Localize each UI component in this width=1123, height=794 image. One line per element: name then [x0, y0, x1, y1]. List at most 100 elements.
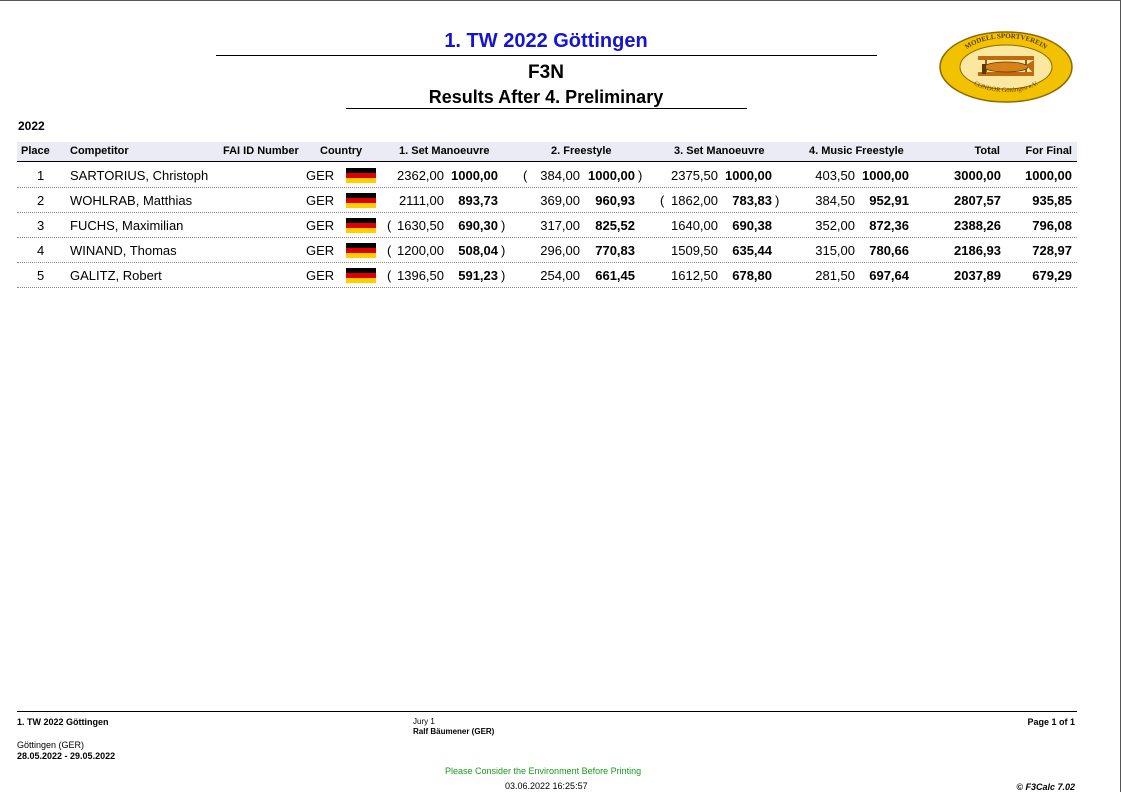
dropped-close-paren: ) — [501, 218, 506, 233]
print-timestamp: 03.06.2022 16:25:57 — [505, 781, 588, 791]
round-4-score-cell: 952,91 — [869, 193, 909, 208]
footer-jury-name: Ralf Bäumener (GER) — [413, 727, 495, 736]
germany-flag-icon — [346, 218, 376, 233]
place-cell: 5 — [37, 268, 45, 283]
col-round-2: 2. Freestyle — [551, 145, 612, 157]
round-2-raw-cell: 254,00 — [540, 268, 580, 283]
footer-jury-label: Jury 1 — [413, 717, 435, 726]
round-4-score-cell: 780,66 — [869, 243, 909, 258]
round-3-raw-cell: 1640,00 — [671, 218, 718, 233]
dropped-open-paren: ( — [387, 218, 392, 233]
round-1-raw-cell: 2362,00 — [397, 168, 444, 183]
round-2-score-cell: 825,52 — [595, 218, 635, 233]
software-credit: © F3Calc 7.02 — [1016, 782, 1075, 792]
round-4-raw-cell: 403,50 — [815, 168, 855, 183]
round-2-raw-cell: 384,00 — [540, 168, 580, 183]
dropped-open-paren: ( — [387, 243, 392, 258]
table-row: 1 SARTORIUS, Christoph GER 2362,00 1000,00 38… — [17, 163, 1077, 188]
germany-flag-icon — [346, 243, 376, 258]
round-2-score-cell: 960,93 — [595, 193, 635, 208]
round-2-score-cell: 770,83 — [595, 243, 635, 258]
place-cell: 1 — [37, 168, 45, 183]
col-place: Place — [21, 145, 50, 157]
place-cell: 3 — [37, 218, 45, 233]
class-name: F3N — [528, 62, 564, 83]
results-subtitle: Results After 4. Preliminary — [428, 87, 664, 107]
round-2-raw-cell: 296,00 — [540, 243, 580, 258]
country-cell: GER — [306, 243, 335, 258]
country-cell: GER — [306, 168, 335, 183]
footer-rule — [17, 711, 1077, 712]
page-frame — [0, 0, 1121, 792]
competitor-cell: SARTORIUS, Christoph — [70, 168, 209, 183]
total-cell: 2388,26 — [954, 218, 1001, 233]
round-4-score-cell: 872,36 — [869, 218, 909, 233]
round-3-score-cell: 635,44 — [732, 243, 772, 258]
germany-flag-icon — [346, 193, 376, 208]
round-1-score-cell: 508,04 — [458, 243, 498, 258]
country-cell: GER — [306, 268, 335, 283]
for-final-cell: 1000,00 — [1025, 168, 1072, 183]
environment-note: Please Consider the Environment Before P… — [445, 766, 642, 776]
round-1-score-cell: 893,73 — [458, 193, 498, 208]
dropped-open-paren: ( — [660, 193, 665, 208]
round-1-score-cell: 690,30 — [458, 218, 498, 233]
table-row: 5 GALITZ, Robert GER 1396,50 591,23 254,00 661… — [17, 263, 1077, 288]
round-4-raw-cell: 315,00 — [815, 243, 855, 258]
for-final-cell: 935,85 — [1032, 193, 1072, 208]
round-3-raw-cell: 1612,50 — [671, 268, 718, 283]
dropped-close-paren: ) — [501, 243, 506, 258]
round-1-score-cell: 591,23 — [458, 268, 498, 283]
competitor-cell: GALITZ, Robert — [70, 268, 162, 283]
round-3-score-cell: 783,83 — [732, 193, 772, 208]
round-1-raw-cell: 1630,50 — [397, 218, 444, 233]
round-1-raw-cell: 2111,00 — [398, 193, 444, 208]
round-1-score-cell: 1000,00 — [451, 168, 498, 183]
germany-flag-icon — [346, 168, 376, 183]
col-fai-id: FAI ID Number — [223, 145, 299, 157]
footer-location: Göttingen (GER) — [17, 740, 85, 750]
round-3-raw-cell: 1862,00 — [671, 193, 718, 208]
table-row: 2 WOHLRAB, Matthias GER 2111,00 893,73 369,00… — [17, 188, 1077, 213]
footer-event: 1. TW 2022 Göttingen — [17, 717, 109, 727]
subtitle-rule — [346, 108, 747, 109]
round-2-score-cell: 661,45 — [595, 268, 635, 283]
col-round-4: 4. Music Freestyle — [809, 145, 904, 157]
competitor-cell: FUCHS, Maximilian — [70, 218, 184, 233]
for-final-cell: 679,29 — [1032, 268, 1072, 283]
col-competitor: Competitor — [70, 145, 129, 157]
round-3-raw-cell: 2375,50 — [671, 168, 718, 183]
country-cell: GER — [306, 218, 335, 233]
place-cell: 4 — [37, 243, 45, 258]
round-3-score-cell: 1000,00 — [725, 168, 772, 183]
footer-page: Page 1 of 1 — [1027, 717, 1075, 727]
round-4-raw-cell: 384,50 — [815, 193, 855, 208]
total-cell: 2807,57 — [954, 193, 1001, 208]
country-cell: GER — [306, 193, 335, 208]
col-total: Total — [974, 145, 1000, 157]
round-4-raw-cell: 281,50 — [815, 268, 855, 283]
col-round-1: 1. Set Manoeuvre — [399, 145, 490, 157]
round-1-raw-cell: 1200,00 — [397, 243, 444, 258]
round-2-raw-cell: 369,00 — [540, 193, 580, 208]
table-row: 3 FUCHS, Maximilian GER 1630,50 690,30 317,00… — [17, 213, 1077, 238]
col-country: Country — [320, 145, 363, 157]
round-1-raw-cell: 1396,50 — [397, 268, 444, 283]
col-round-3: 3. Set Manoeuvre — [674, 145, 765, 157]
dropped-open-paren: ( — [387, 268, 392, 283]
club-logo: MODELL SPORTVEREIN CONDOR Göttingen e.V. — [939, 31, 1073, 103]
dropped-close-paren: ) — [638, 168, 643, 183]
col-for-final: For Final — [1025, 145, 1072, 157]
footer-dates: 28.05.2022 - 29.05.2022 — [17, 751, 116, 761]
place-cell: 2 — [37, 193, 45, 208]
germany-flag-icon — [346, 268, 376, 283]
biplane-icon — [978, 56, 1034, 76]
round-4-raw-cell: 352,00 — [815, 218, 855, 233]
dropped-close-paren: ) — [775, 193, 780, 208]
total-cell: 3000,00 — [954, 168, 1001, 183]
round-2-raw-cell: 317,00 — [540, 218, 580, 233]
title-rule — [216, 55, 877, 56]
round-4-score-cell: 1000,00 — [862, 168, 909, 183]
total-cell: 2186,93 — [954, 243, 1001, 258]
event-title: 1. TW 2022 Göttingen — [444, 30, 648, 52]
